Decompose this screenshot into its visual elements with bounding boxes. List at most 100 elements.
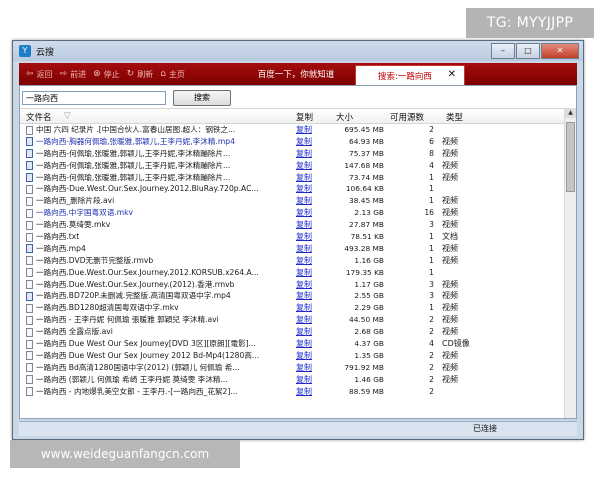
table-row[interactable]: 一路向西 Due West Our Sex Journey 2012 Bd-Mp…: [20, 350, 566, 362]
copy-link[interactable]: 复制: [296, 183, 312, 195]
maximize-button[interactable]: □: [516, 43, 540, 59]
file-name-cell[interactable]: 一路向西_删除片段.avi: [36, 195, 304, 207]
copy-link[interactable]: 复制: [296, 219, 312, 231]
table-row[interactable]: 一路向西 (郭颖儿 何佩瑜 希崎 王李丹妮 莫绮雯 李沐精... 复制 1.46 G…: [20, 374, 566, 386]
col-header-type[interactable]: 类型: [446, 111, 463, 123]
table-row[interactable]: 一路向西.BD720P.未删减.完整版.高清国粤双语中字.mp4 复制 2.55 G…: [20, 290, 566, 302]
file-name-cell[interactable]: 一路向西.莫绮雯.mkv: [36, 219, 304, 231]
copy-link[interactable]: 复制: [296, 124, 312, 136]
file-name-cell[interactable]: 一路向西-Due.West.Our.Sex.Journey.2012.BluRa…: [36, 183, 304, 195]
table-row[interactable]: 一路向西 - 王李丹妮 何佩瑜 張暖雅 郭穎兒 李沐精.avi 复制 44.50 M…: [20, 314, 566, 326]
copy-link[interactable]: 复制: [296, 148, 312, 160]
sources-cell: 2: [429, 125, 434, 134]
refresh-button[interactable]: ↻ 刷新: [127, 69, 154, 80]
table-row[interactable]: 一路向西.Due.West.Our.Sex.Journey.(2012).香港.…: [20, 279, 566, 291]
file-name-cell[interactable]: 一路向西 - 内地爆乳美空女郎 - 王李丹.-[一路向西_花絮2]...: [36, 386, 304, 398]
copy-link[interactable]: 复制: [296, 172, 312, 184]
stop-button[interactable]: ⊗ 停止: [93, 69, 120, 80]
copy-link[interactable]: 复制: [296, 207, 312, 219]
file-name-cell[interactable]: 一路向西-胸器何佩瑜,张暖雅,郭颖儿,王李丹妮,李沐精.mp4: [36, 136, 304, 148]
table-row[interactable]: 一路向西_删除片段.avi 复制 38.45 MB 1 视频: [20, 195, 566, 207]
tab-close-icon[interactable]: ✕: [448, 69, 456, 80]
size-cell: 4.37 GB: [354, 339, 384, 349]
table-row[interactable]: 一路向西 Due West Our Sex Journey[DVD 3区][原朗…: [20, 338, 566, 350]
copy-link[interactable]: 复制: [296, 338, 312, 350]
table-row[interactable]: 一路向西.BD1280超清国粤双语中字.mkv 复制 2.29 GB 1 视频: [20, 302, 566, 314]
file-name-cell[interactable]: 一路向西.Due.West.Our.Sex.Journey.2012.KORSU…: [36, 267, 304, 279]
copy-link[interactable]: 复制: [296, 374, 312, 386]
file-name-cell[interactable]: 一路向西 Bd高清1280国语中字(2012) (郭颖儿 何佩瑜 希...: [36, 362, 304, 374]
file-name-cell[interactable]: 一路向西.txt: [36, 231, 304, 243]
file-name-cell[interactable]: 一路向西.Due.West.Our.Sex.Journey.(2012).香港.…: [36, 279, 304, 291]
copy-link[interactable]: 复制: [296, 302, 312, 314]
copy-link[interactable]: 复制: [296, 136, 312, 148]
file-name-cell[interactable]: 一路向西.mp4: [36, 243, 304, 255]
watermark-top: TG: MYYJJPP: [466, 8, 594, 38]
search-input[interactable]: [22, 91, 166, 105]
col-header-size[interactable]: 大小: [336, 111, 353, 123]
table-row[interactable]: 一路向西.DVD无删节完整版.rmvb 复制 1.16 GB 1 视频: [20, 255, 566, 267]
table-row[interactable]: 一路向西-何佩瑜,张暖雅,郭颖儿,王李丹妮,李沐精蹦除片... 复制 73.74 M…: [20, 172, 566, 184]
col-header-name[interactable]: 文件名: [26, 111, 52, 123]
file-name-cell[interactable]: 一路向西 全露点版.avi: [36, 326, 304, 338]
table-row[interactable]: 中国 六四 纪录片 .[中国合伙人.富春山居图.超人：钢铁之... 复制 695.4…: [20, 124, 566, 136]
vertical-scrollbar[interactable]: ▲: [564, 108, 576, 418]
copy-link[interactable]: 复制: [296, 290, 312, 302]
tab-search[interactable]: 搜索:一路向西 ✕: [355, 65, 465, 85]
table-row[interactable]: 一路向西 Bd高清1280国语中字(2012) (郭颖儿 何佩瑜 希... 复制 7…: [20, 362, 566, 374]
col-header-copy[interactable]: 复制: [296, 111, 313, 123]
back-button[interactable]: ⇦ 返回: [26, 69, 53, 80]
file-name-cell[interactable]: 中国 六四 纪录片 .[中国合伙人.富春山居图.超人：钢铁之...: [36, 124, 304, 136]
table-body: 中国 六四 纪录片 .[中国合伙人.富春山居图.超人：钢铁之... 复制 695.4…: [20, 124, 566, 397]
file-icon: [26, 387, 33, 397]
type-cell: CD镜像: [442, 339, 470, 349]
table-row[interactable]: 一路向西.mp4 复制 493.28 MB 1 视频: [20, 243, 566, 255]
close-button[interactable]: ✕: [541, 43, 579, 59]
copy-link[interactable]: 复制: [296, 195, 312, 207]
table-row[interactable]: 一路向西-何佩瑜,张暖雅,郭颖儿,王李丹妮,李沐精蹦除片... 复制 147.68 …: [20, 160, 566, 172]
table-row[interactable]: 一路向西.中字国粤双语.mkv 复制 2.13 GB 16 视频: [20, 207, 566, 219]
home-button[interactable]: ⌂ 主页: [160, 69, 185, 80]
file-name-cell[interactable]: 一路向西.BD1280超清国粤双语中字.mkv: [36, 302, 304, 314]
file-name-cell[interactable]: 一路向西 - 王李丹妮 何佩瑜 張暖雅 郭穎兒 李沐精.avi: [36, 314, 304, 326]
table-row[interactable]: 一路向西-胸器何佩瑜,张暖雅,郭颖儿,王李丹妮,李沐精.mp4 复制 64.93 M…: [20, 136, 566, 148]
file-name-cell[interactable]: 一路向西.中字国粤双语.mkv: [36, 207, 304, 219]
col-header-sources[interactable]: 可用源数: [390, 111, 424, 123]
copy-link[interactable]: 复制: [296, 160, 312, 172]
file-name-cell[interactable]: 一路向西.BD720P.未删减.完整版.高清国粤双语中字.mp4: [36, 290, 304, 302]
file-name-cell[interactable]: 一路向西-何佩瑜,张暖雅,郭颖儿,王李丹妮,李沐精蹦除片...: [36, 160, 304, 172]
copy-link[interactable]: 复制: [296, 231, 312, 243]
table-row[interactable]: 一路向西.莫绮雯.mkv 复制 27.87 MB 3 视频: [20, 219, 566, 231]
file-name-cell[interactable]: 一路向西 Due West Our Sex Journey 2012 Bd-Mp…: [36, 350, 304, 362]
scroll-thumb[interactable]: [566, 122, 575, 192]
file-name-cell[interactable]: 一路向西-何佩瑜,张暖雅,郭颖儿,王李丹妮,李沐精蹦除片...: [36, 148, 304, 160]
sources-cell: 1: [429, 267, 434, 277]
table-row[interactable]: 一路向西 - 内地爆乳美空女郎 - 王李丹.-[一路向西_花絮2]... 复制 88…: [20, 386, 566, 398]
file-name-cell[interactable]: 一路向西.DVD无删节完整版.rmvb: [36, 255, 304, 267]
file-name-cell[interactable]: 一路向西-何佩瑜,张暖雅,郭颖儿,王李丹妮,李沐精蹦除片...: [36, 172, 304, 184]
tab-baidu[interactable]: 百度一下，你就知道: [241, 63, 351, 85]
table-row[interactable]: 一路向西.Due.West.Our.Sex.Journey.2012.KORSU…: [20, 267, 566, 279]
copy-link[interactable]: 复制: [296, 350, 312, 362]
table-row[interactable]: 一路向西 全露点版.avi 复制 2.68 GB 2 视频: [20, 326, 566, 338]
file-icon: [26, 208, 33, 218]
copy-link[interactable]: 复制: [296, 326, 312, 338]
copy-link[interactable]: 复制: [296, 314, 312, 326]
copy-link[interactable]: 复制: [296, 243, 312, 255]
file-icon: [26, 339, 33, 349]
copy-link[interactable]: 复制: [296, 362, 312, 374]
file-name-cell[interactable]: 一路向西 Due West Our Sex Journey[DVD 3区][原朗…: [36, 338, 304, 350]
table-row[interactable]: 一路向西-何佩瑜,张暖雅,郭颖儿,王李丹妮,李沐精蹦除片... 复制 75.37 M…: [20, 148, 566, 160]
copy-link[interactable]: 复制: [296, 386, 312, 398]
title-bar[interactable]: Y 云搜 – □ ✕: [13, 41, 583, 61]
file-name-cell[interactable]: 一路向西 (郭颖儿 何佩瑜 希崎 王李丹妮 莫绮雯 李沐精...: [36, 374, 304, 386]
copy-link[interactable]: 复制: [296, 267, 312, 279]
scroll-up-icon[interactable]: ▲: [565, 108, 576, 118]
copy-link[interactable]: 复制: [296, 255, 312, 267]
search-button[interactable]: 搜索: [173, 90, 231, 106]
table-row[interactable]: 一路向西.txt 复制 78.51 KB 1 文档: [20, 231, 566, 243]
copy-link[interactable]: 复制: [296, 279, 312, 291]
minimize-button[interactable]: –: [491, 43, 515, 59]
table-row[interactable]: 一路向西-Due.West.Our.Sex.Journey.2012.BluRa…: [20, 183, 566, 195]
forward-button[interactable]: ⇨ 前进: [60, 69, 87, 80]
